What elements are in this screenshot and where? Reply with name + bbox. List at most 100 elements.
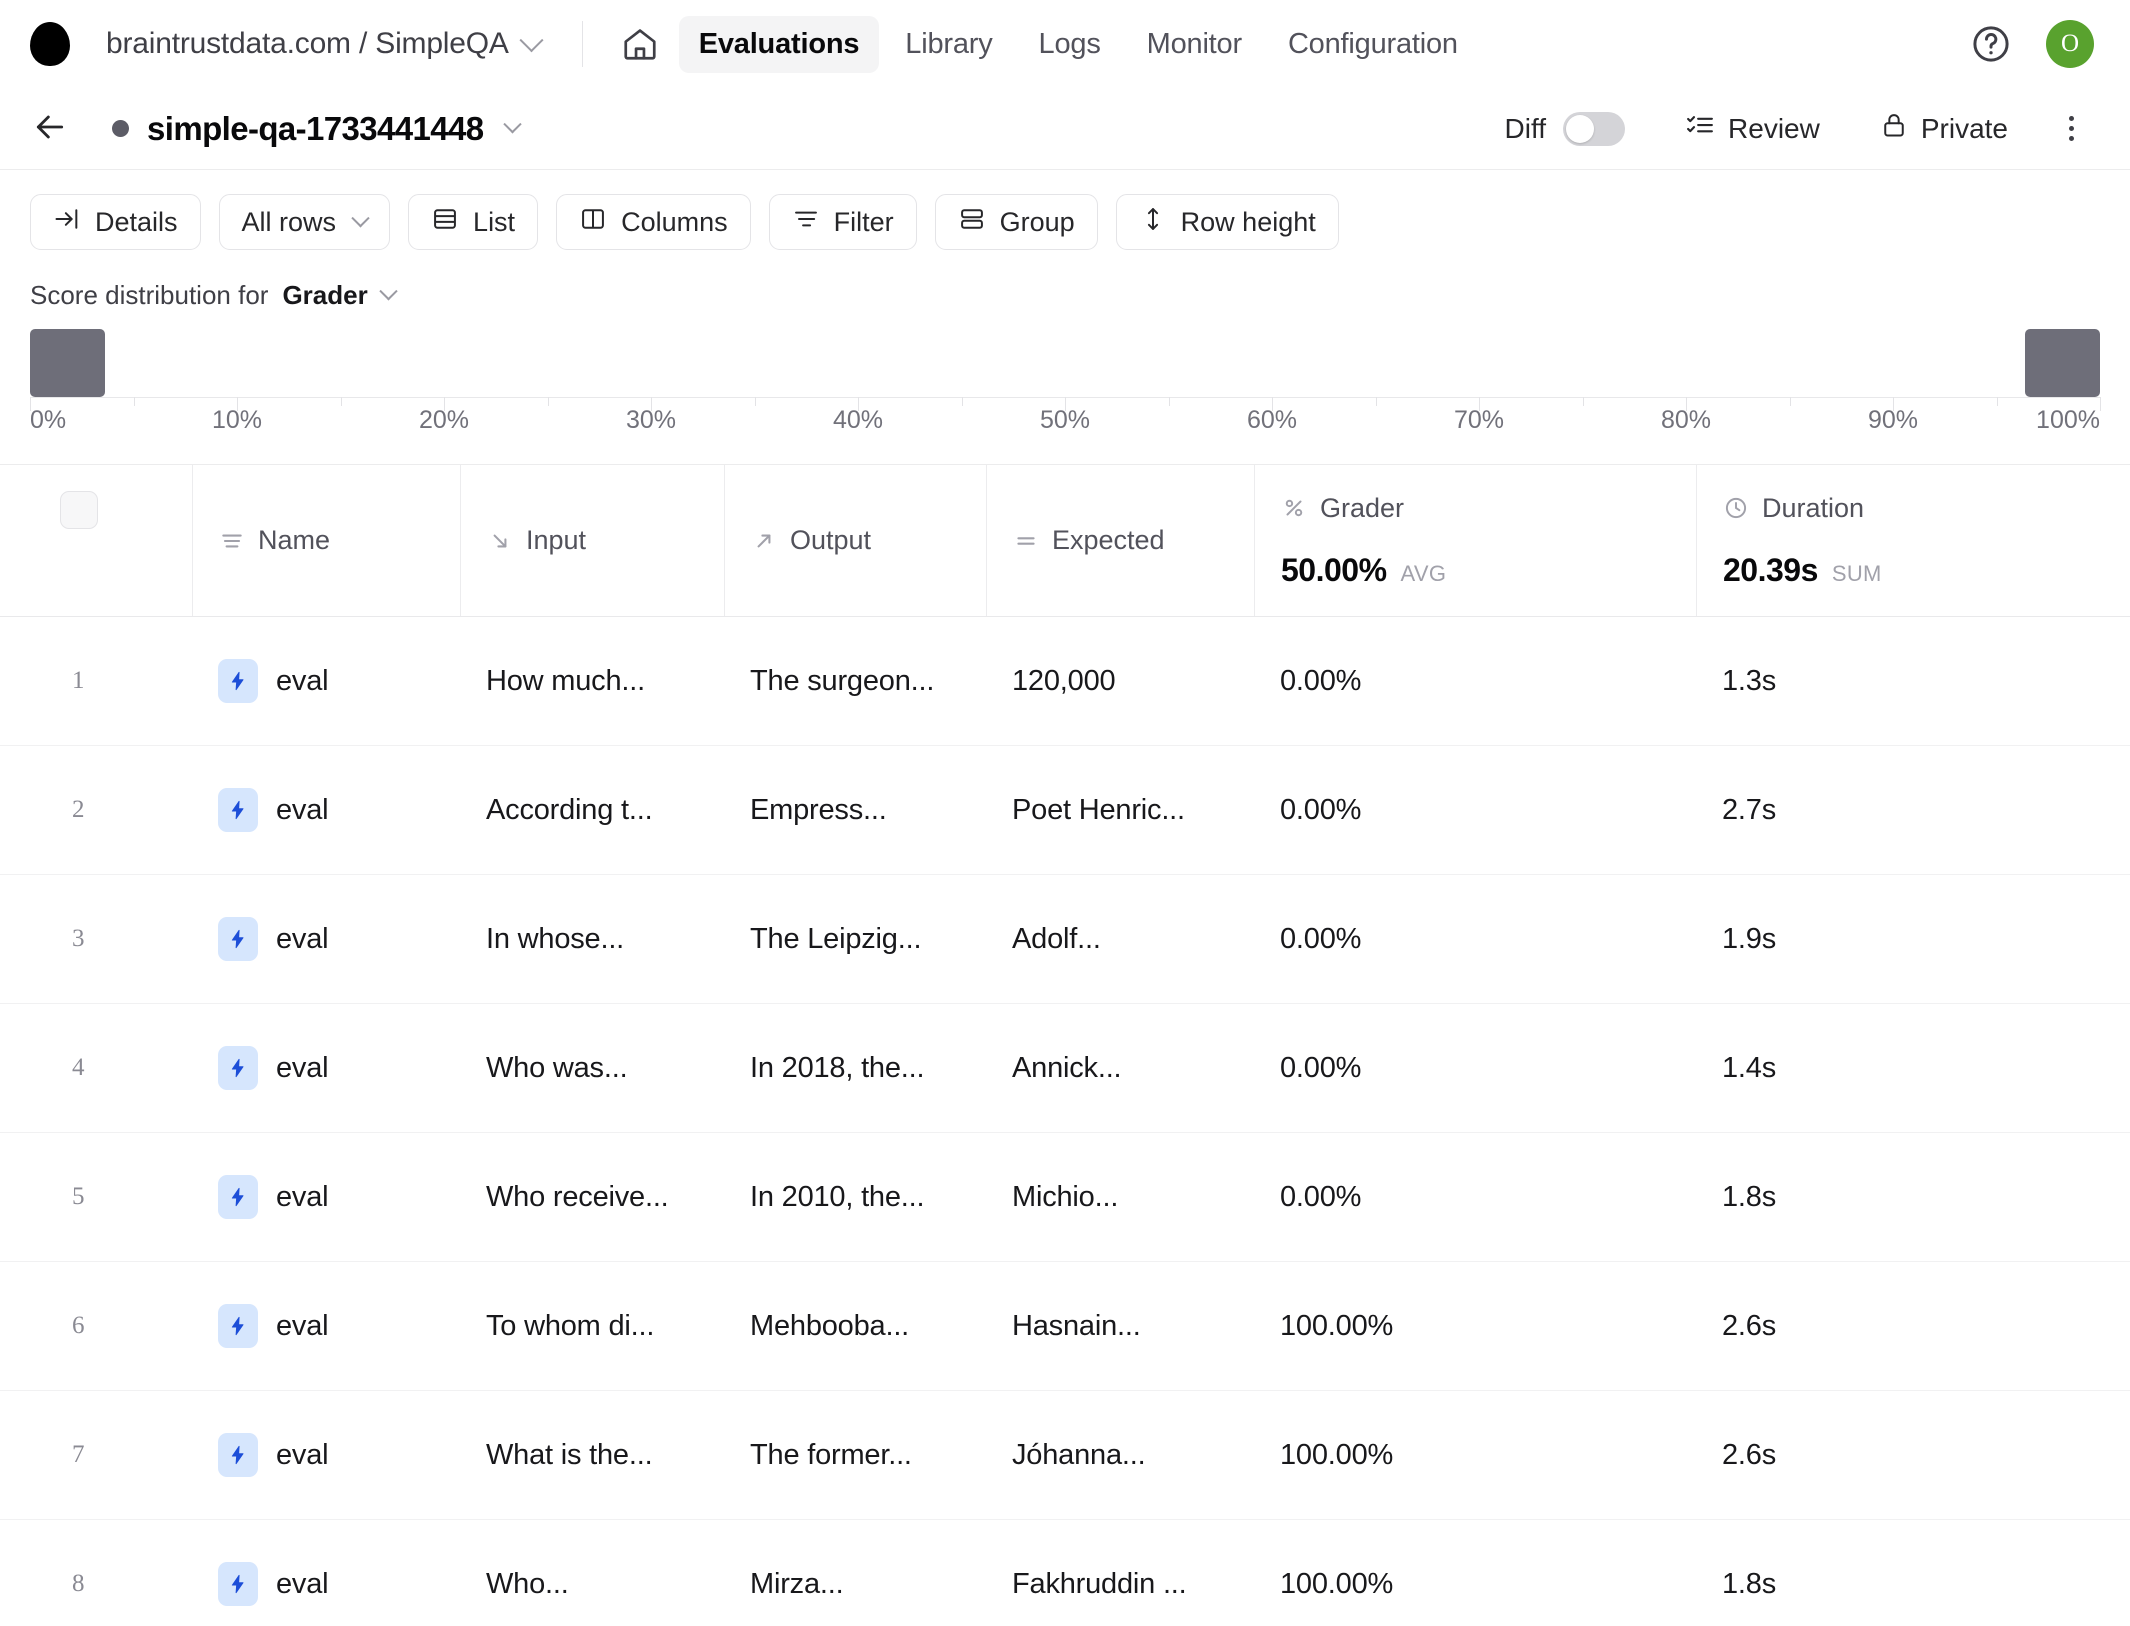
row-grader-cell[interactable]: 0.00%	[1254, 665, 1696, 698]
row-input-cell[interactable]: How much...	[460, 665, 724, 698]
row-duration-cell[interactable]: 2.6s	[1696, 1310, 2130, 1343]
row-expected-cell[interactable]: Michio...	[986, 1181, 1254, 1214]
row-input-cell[interactable]: To whom di...	[460, 1310, 724, 1343]
row-name-cell[interactable]: eval	[192, 1562, 460, 1606]
row-input-cell[interactable]: Who was...	[460, 1052, 724, 1085]
row-output-cell[interactable]: In 2010, the...	[724, 1181, 986, 1214]
chevron-down-icon[interactable]	[503, 115, 521, 133]
column-header-output[interactable]: Output	[724, 465, 986, 616]
score-distribution-metric: Grader	[282, 280, 367, 311]
row-duration-cell[interactable]: 1.8s	[1696, 1181, 2130, 1214]
row-input-cell[interactable]: In whose...	[460, 923, 724, 956]
nav-item-logs[interactable]: Logs	[1019, 16, 1121, 73]
row-input-cell[interactable]: Who...	[460, 1568, 724, 1601]
row-input-cell[interactable]: Who receive...	[460, 1181, 724, 1214]
group-button[interactable]: Group	[935, 194, 1098, 250]
row-grader-cell[interactable]: 0.00%	[1254, 923, 1696, 956]
diff-toggle[interactable]	[1563, 112, 1625, 146]
row-name-value: eval	[276, 1568, 328, 1601]
row-name-cell[interactable]: eval	[192, 788, 460, 832]
row-output-cell[interactable]: The Leipzig...	[724, 923, 986, 956]
select-all-checkbox[interactable]	[60, 491, 98, 529]
column-header-name[interactable]: Name	[192, 465, 460, 616]
table-header-row: Name Input Output	[0, 465, 2130, 617]
row-name-cell[interactable]: eval	[192, 1304, 460, 1348]
row-output-cell[interactable]: The former...	[724, 1439, 986, 1472]
row-duration-cell[interactable]: 1.9s	[1696, 923, 2130, 956]
table-row[interactable]: 5evalWho receive...In 2010, the...Michio…	[0, 1133, 2130, 1262]
row-grader-cell[interactable]: 0.00%	[1254, 794, 1696, 827]
row-grader-cell[interactable]: 100.00%	[1254, 1310, 1696, 1343]
nav-item-library[interactable]: Library	[885, 16, 1012, 73]
avatar[interactable]: O	[2046, 20, 2094, 68]
diff-toggle-group[interactable]: Diff	[1505, 112, 1626, 146]
row-expected-cell[interactable]: 120,000	[986, 665, 1254, 698]
chart-plot-area	[30, 329, 2100, 397]
help-icon[interactable]	[1970, 23, 2012, 65]
table-row[interactable]: 3evalIn whose...The Leipzig...Adolf...0.…	[0, 875, 2130, 1004]
filter-button[interactable]: Filter	[769, 194, 917, 250]
row-grader-cell[interactable]: 100.00%	[1254, 1568, 1696, 1601]
row-expected-cell[interactable]: Jóhanna...	[986, 1439, 1254, 1472]
row-grader-cell[interactable]: 0.00%	[1254, 1181, 1696, 1214]
row-input-cell[interactable]: What is the...	[460, 1439, 724, 1472]
all-rows-dropdown[interactable]: All rows	[219, 194, 391, 250]
chevron-down-icon[interactable]	[379, 282, 397, 300]
row-name-cell[interactable]: eval	[192, 1175, 460, 1219]
row-output-cell[interactable]: Mirza...	[724, 1568, 986, 1601]
row-expected-cell[interactable]: Hasnain...	[986, 1310, 1254, 1343]
row-duration-cell[interactable]: 1.8s	[1696, 1568, 2130, 1601]
home-icon[interactable]	[617, 21, 663, 67]
columns-button[interactable]: Columns	[556, 194, 751, 250]
row-output-cell[interactable]: In 2018, the...	[724, 1052, 986, 1085]
column-header-grader[interactable]: Grader 50.00% AVG	[1254, 465, 1696, 616]
row-grader-cell[interactable]: 100.00%	[1254, 1439, 1696, 1472]
row-duration-value: 1.9s	[1722, 923, 2130, 956]
table-row[interactable]: 8evalWho...Mirza...Fakhruddin ...100.00%…	[0, 1520, 2130, 1626]
review-button[interactable]: Review	[1669, 100, 1836, 157]
row-duration-cell[interactable]: 2.6s	[1696, 1439, 2130, 1472]
rows-icon	[219, 528, 245, 554]
table-row[interactable]: 4evalWho was...In 2018, the...Annick...0…	[0, 1004, 2130, 1133]
toggle-knob	[1566, 115, 1594, 143]
braintrust-logo[interactable]	[30, 22, 70, 66]
row-output-cell[interactable]: The surgeon...	[724, 665, 986, 698]
nav-item-evaluations[interactable]: Evaluations	[679, 16, 880, 73]
nav-item-configuration[interactable]: Configuration	[1268, 16, 1478, 73]
row-expected-cell[interactable]: Fakhruddin ...	[986, 1568, 1254, 1601]
row-output-cell[interactable]: Empress...	[724, 794, 986, 827]
column-header-expected[interactable]: Expected	[986, 465, 1254, 616]
column-header-duration[interactable]: Duration 20.39s SUM	[1696, 465, 2130, 616]
main-nav: Evaluations Library Logs Monitor Configu…	[679, 16, 1478, 73]
column-header-input[interactable]: Input	[460, 465, 724, 616]
back-arrow-icon[interactable]	[30, 107, 74, 151]
row-expected-cell[interactable]: Adolf...	[986, 923, 1254, 956]
table-row[interactable]: 1evalHow much...The surgeon...120,0000.0…	[0, 617, 2130, 746]
row-name-value: eval	[276, 1181, 328, 1214]
row-name-cell[interactable]: eval	[192, 659, 460, 703]
row-name-cell[interactable]: eval	[192, 917, 460, 961]
private-button[interactable]: Private	[1864, 101, 2024, 156]
table-row[interactable]: 6evalTo whom di...Mehbooba...Hasnain...1…	[0, 1262, 2130, 1391]
list-button[interactable]: List	[408, 194, 538, 250]
row-name-cell[interactable]: eval	[192, 1046, 460, 1090]
breadcrumb[interactable]: braintrustdata.com / SimpleQA	[106, 27, 540, 61]
row-duration-cell[interactable]: 1.3s	[1696, 665, 2130, 698]
table-row[interactable]: 2evalAccording t...Empress...Poet Henric…	[0, 746, 2130, 875]
row-input-cell[interactable]: According t...	[460, 794, 724, 827]
details-button[interactable]: Details	[30, 194, 201, 250]
row-expected-cell[interactable]: Annick...	[986, 1052, 1254, 1085]
row-duration-cell[interactable]: 1.4s	[1696, 1052, 2130, 1085]
chart-bar[interactable]	[2025, 329, 2100, 397]
row-height-button[interactable]: Row height	[1116, 194, 1339, 250]
more-options-button[interactable]	[2048, 106, 2094, 152]
chart-bar[interactable]	[30, 329, 105, 397]
row-grader-value: 100.00%	[1280, 1568, 1696, 1601]
row-grader-cell[interactable]: 0.00%	[1254, 1052, 1696, 1085]
row-output-cell[interactable]: Mehbooba...	[724, 1310, 986, 1343]
table-row[interactable]: 7evalWhat is the...The former...Jóhanna.…	[0, 1391, 2130, 1520]
row-name-cell[interactable]: eval	[192, 1433, 460, 1477]
row-expected-cell[interactable]: Poet Henric...	[986, 794, 1254, 827]
row-duration-cell[interactable]: 2.7s	[1696, 794, 2130, 827]
nav-item-monitor[interactable]: Monitor	[1127, 16, 1262, 73]
